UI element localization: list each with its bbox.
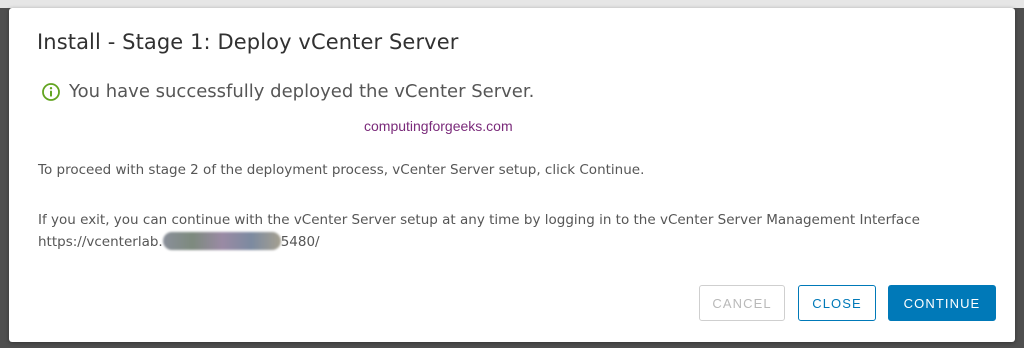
url-prefix: https://vcenterlab.	[38, 234, 163, 250]
management-url: https://vcenterlab. 5480/	[38, 231, 920, 253]
close-button[interactable]: CLOSE	[798, 285, 876, 321]
success-message: You have successfully deployed the vCent…	[69, 81, 535, 102]
redacted-hostname	[162, 232, 281, 250]
cancel-button[interactable]: CANCEL	[699, 285, 785, 321]
install-dialog: Install - Stage 1: Deploy vCenter Server…	[9, 8, 1015, 342]
dialog-title: Install - Stage 1: Deploy vCenter Server	[37, 30, 459, 54]
watermark-text: computingforgeeks.com	[364, 118, 513, 134]
stage2-instruction: To proceed with stage 2 of the deploymen…	[38, 162, 645, 178]
exit-instruction-text: If you exit, you can continue with the v…	[38, 212, 920, 228]
continue-button[interactable]: CONTINUE	[888, 285, 996, 321]
success-message-row: You have successfully deployed the vCent…	[41, 81, 534, 102]
exit-instruction: If you exit, you can continue with the v…	[38, 209, 920, 253]
url-suffix: 5480/	[280, 234, 320, 250]
background-window-strip	[0, 0, 1024, 8]
info-circle-icon	[41, 82, 61, 102]
